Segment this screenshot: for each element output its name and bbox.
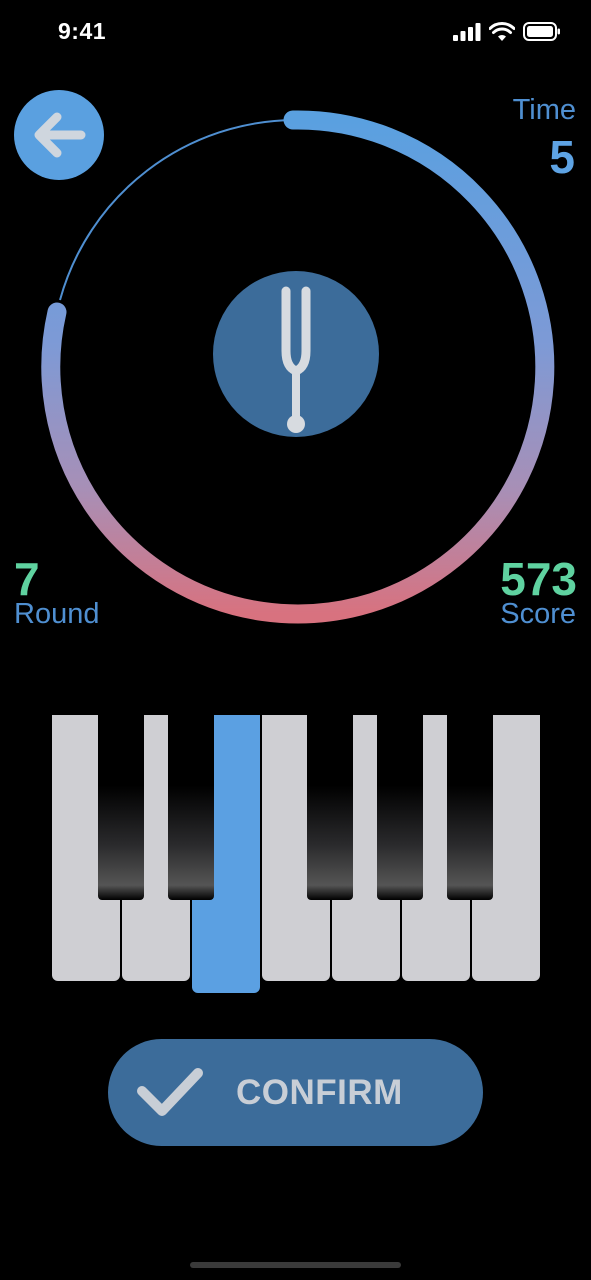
confirm-label: CONFIRM	[236, 1073, 403, 1112]
checkmark-icon	[137, 1068, 203, 1116]
black-key[interactable]	[168, 715, 214, 900]
play-tone-button[interactable]	[213, 271, 379, 437]
tuning-fork-icon	[281, 286, 311, 433]
black-key[interactable]	[98, 715, 144, 900]
confirm-button[interactable]: CONFIRM	[108, 1039, 483, 1146]
time-label: Time	[512, 94, 576, 126]
home-indicator[interactable]	[190, 1262, 401, 1268]
score-label: Score	[500, 598, 576, 630]
round-label: Round	[14, 598, 100, 630]
black-key[interactable]	[307, 715, 353, 900]
time-value: 5	[549, 131, 575, 183]
piano-keyboard	[52, 715, 540, 995]
black-key[interactable]	[377, 715, 423, 900]
back-button[interactable]	[14, 90, 104, 180]
black-key[interactable]	[447, 715, 493, 900]
arrow-left-icon	[34, 112, 86, 158]
